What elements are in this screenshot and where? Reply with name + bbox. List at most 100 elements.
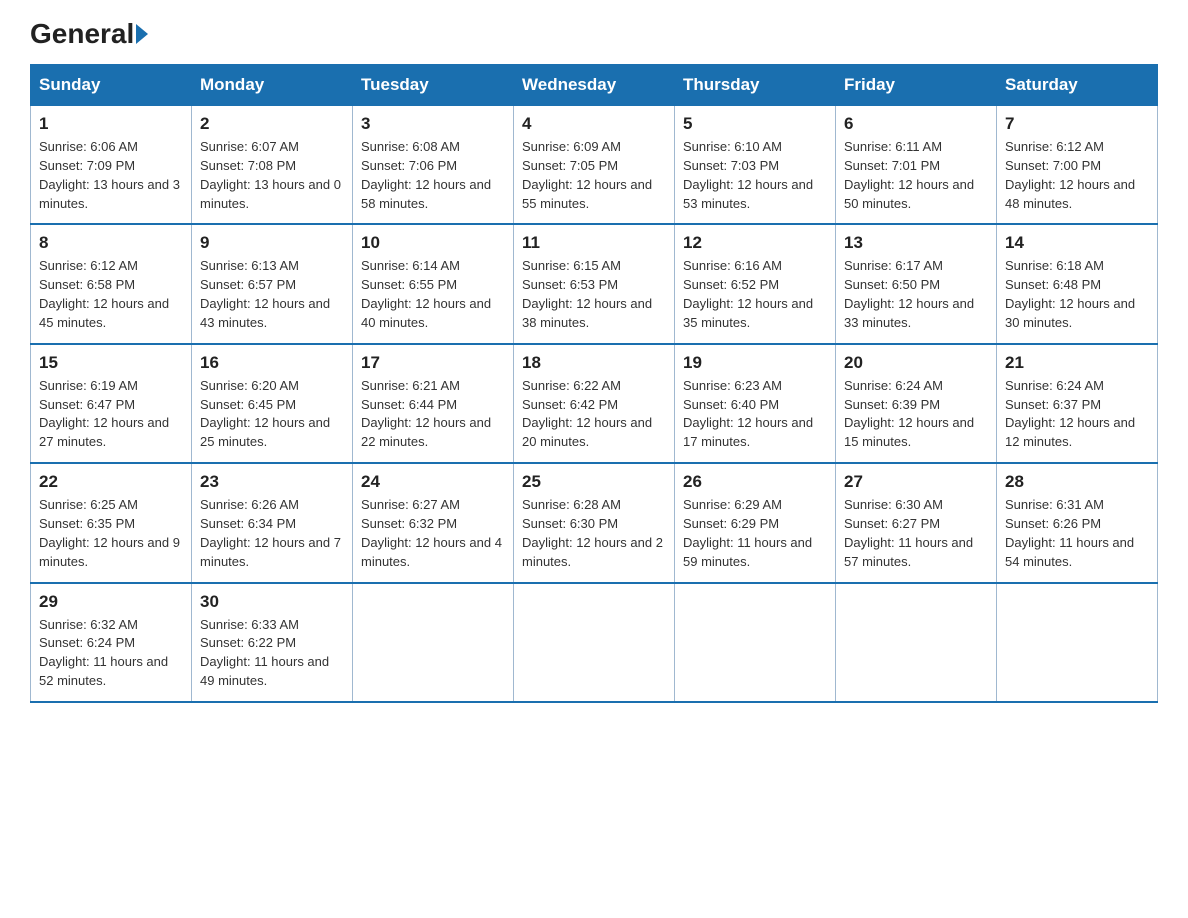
weekday-header-sunday: Sunday <box>31 65 192 106</box>
calendar-cell: 12 Sunrise: 6:16 AM Sunset: 6:52 PM Dayl… <box>675 224 836 343</box>
calendar-cell <box>514 583 675 702</box>
weekday-header-friday: Friday <box>836 65 997 106</box>
day-info: Sunrise: 6:21 AM Sunset: 6:44 PM Dayligh… <box>361 377 505 452</box>
day-info: Sunrise: 6:13 AM Sunset: 6:57 PM Dayligh… <box>200 257 344 332</box>
day-info: Sunrise: 6:12 AM Sunset: 7:00 PM Dayligh… <box>1005 138 1149 213</box>
calendar-cell: 3 Sunrise: 6:08 AM Sunset: 7:06 PM Dayli… <box>353 106 514 225</box>
calendar-cell <box>675 583 836 702</box>
weekday-header-monday: Monday <box>192 65 353 106</box>
day-number: 20 <box>844 353 988 373</box>
day-number: 30 <box>200 592 344 612</box>
weekday-header-thursday: Thursday <box>675 65 836 106</box>
calendar-cell: 26 Sunrise: 6:29 AM Sunset: 6:29 PM Dayl… <box>675 463 836 582</box>
day-number: 27 <box>844 472 988 492</box>
calendar-cell: 27 Sunrise: 6:30 AM Sunset: 6:27 PM Dayl… <box>836 463 997 582</box>
day-number: 6 <box>844 114 988 134</box>
day-number: 16 <box>200 353 344 373</box>
calendar-cell: 16 Sunrise: 6:20 AM Sunset: 6:45 PM Dayl… <box>192 344 353 463</box>
day-info: Sunrise: 6:30 AM Sunset: 6:27 PM Dayligh… <box>844 496 988 571</box>
logo: General <box>30 20 148 46</box>
day-number: 21 <box>1005 353 1149 373</box>
day-number: 4 <box>522 114 666 134</box>
day-number: 12 <box>683 233 827 253</box>
weekday-header-row: SundayMondayTuesdayWednesdayThursdayFrid… <box>31 65 1158 106</box>
logo-text: General <box>30 20 148 48</box>
calendar-cell <box>836 583 997 702</box>
day-info: Sunrise: 6:11 AM Sunset: 7:01 PM Dayligh… <box>844 138 988 213</box>
page-header: General <box>30 20 1158 46</box>
calendar-cell: 22 Sunrise: 6:25 AM Sunset: 6:35 PM Dayl… <box>31 463 192 582</box>
calendar-cell: 4 Sunrise: 6:09 AM Sunset: 7:05 PM Dayli… <box>514 106 675 225</box>
day-number: 1 <box>39 114 183 134</box>
calendar-cell: 29 Sunrise: 6:32 AM Sunset: 6:24 PM Dayl… <box>31 583 192 702</box>
day-number: 3 <box>361 114 505 134</box>
day-info: Sunrise: 6:24 AM Sunset: 6:37 PM Dayligh… <box>1005 377 1149 452</box>
day-info: Sunrise: 6:06 AM Sunset: 7:09 PM Dayligh… <box>39 138 183 213</box>
day-info: Sunrise: 6:19 AM Sunset: 6:47 PM Dayligh… <box>39 377 183 452</box>
calendar-cell: 28 Sunrise: 6:31 AM Sunset: 6:26 PM Dayl… <box>997 463 1158 582</box>
day-number: 26 <box>683 472 827 492</box>
calendar-cell: 17 Sunrise: 6:21 AM Sunset: 6:44 PM Dayl… <box>353 344 514 463</box>
day-number: 25 <box>522 472 666 492</box>
calendar-cell: 23 Sunrise: 6:26 AM Sunset: 6:34 PM Dayl… <box>192 463 353 582</box>
calendar-cell: 18 Sunrise: 6:22 AM Sunset: 6:42 PM Dayl… <box>514 344 675 463</box>
day-number: 13 <box>844 233 988 253</box>
calendar-week-1: 8 Sunrise: 6:12 AM Sunset: 6:58 PM Dayli… <box>31 224 1158 343</box>
day-number: 19 <box>683 353 827 373</box>
calendar-cell: 15 Sunrise: 6:19 AM Sunset: 6:47 PM Dayl… <box>31 344 192 463</box>
day-info: Sunrise: 6:10 AM Sunset: 7:03 PM Dayligh… <box>683 138 827 213</box>
day-info: Sunrise: 6:29 AM Sunset: 6:29 PM Dayligh… <box>683 496 827 571</box>
calendar-body: 1 Sunrise: 6:06 AM Sunset: 7:09 PM Dayli… <box>31 106 1158 702</box>
day-number: 9 <box>200 233 344 253</box>
day-number: 8 <box>39 233 183 253</box>
calendar-week-4: 29 Sunrise: 6:32 AM Sunset: 6:24 PM Dayl… <box>31 583 1158 702</box>
day-info: Sunrise: 6:32 AM Sunset: 6:24 PM Dayligh… <box>39 616 183 691</box>
calendar-cell: 10 Sunrise: 6:14 AM Sunset: 6:55 PM Dayl… <box>353 224 514 343</box>
day-number: 22 <box>39 472 183 492</box>
calendar-week-3: 22 Sunrise: 6:25 AM Sunset: 6:35 PM Dayl… <box>31 463 1158 582</box>
day-info: Sunrise: 6:25 AM Sunset: 6:35 PM Dayligh… <box>39 496 183 571</box>
day-info: Sunrise: 6:28 AM Sunset: 6:30 PM Dayligh… <box>522 496 666 571</box>
day-number: 15 <box>39 353 183 373</box>
calendar-cell: 2 Sunrise: 6:07 AM Sunset: 7:08 PM Dayli… <box>192 106 353 225</box>
day-info: Sunrise: 6:08 AM Sunset: 7:06 PM Dayligh… <box>361 138 505 213</box>
day-info: Sunrise: 6:17 AM Sunset: 6:50 PM Dayligh… <box>844 257 988 332</box>
calendar-header: SundayMondayTuesdayWednesdayThursdayFrid… <box>31 65 1158 106</box>
calendar-cell: 6 Sunrise: 6:11 AM Sunset: 7:01 PM Dayli… <box>836 106 997 225</box>
day-info: Sunrise: 6:27 AM Sunset: 6:32 PM Dayligh… <box>361 496 505 571</box>
calendar-cell: 24 Sunrise: 6:27 AM Sunset: 6:32 PM Dayl… <box>353 463 514 582</box>
day-number: 11 <box>522 233 666 253</box>
day-number: 5 <box>683 114 827 134</box>
calendar-cell: 1 Sunrise: 6:06 AM Sunset: 7:09 PM Dayli… <box>31 106 192 225</box>
day-info: Sunrise: 6:26 AM Sunset: 6:34 PM Dayligh… <box>200 496 344 571</box>
calendar-cell: 20 Sunrise: 6:24 AM Sunset: 6:39 PM Dayl… <box>836 344 997 463</box>
calendar-cell: 8 Sunrise: 6:12 AM Sunset: 6:58 PM Dayli… <box>31 224 192 343</box>
day-info: Sunrise: 6:24 AM Sunset: 6:39 PM Dayligh… <box>844 377 988 452</box>
day-info: Sunrise: 6:22 AM Sunset: 6:42 PM Dayligh… <box>522 377 666 452</box>
calendar-cell: 5 Sunrise: 6:10 AM Sunset: 7:03 PM Dayli… <box>675 106 836 225</box>
calendar-cell: 25 Sunrise: 6:28 AM Sunset: 6:30 PM Dayl… <box>514 463 675 582</box>
calendar-week-2: 15 Sunrise: 6:19 AM Sunset: 6:47 PM Dayl… <box>31 344 1158 463</box>
logo-arrow-icon <box>136 24 148 44</box>
day-number: 29 <box>39 592 183 612</box>
calendar-cell: 19 Sunrise: 6:23 AM Sunset: 6:40 PM Dayl… <box>675 344 836 463</box>
day-info: Sunrise: 6:07 AM Sunset: 7:08 PM Dayligh… <box>200 138 344 213</box>
calendar-cell: 14 Sunrise: 6:18 AM Sunset: 6:48 PM Dayl… <box>997 224 1158 343</box>
calendar-table: SundayMondayTuesdayWednesdayThursdayFrid… <box>30 64 1158 703</box>
weekday-header-saturday: Saturday <box>997 65 1158 106</box>
calendar-week-0: 1 Sunrise: 6:06 AM Sunset: 7:09 PM Dayli… <box>31 106 1158 225</box>
day-info: Sunrise: 6:33 AM Sunset: 6:22 PM Dayligh… <box>200 616 344 691</box>
day-number: 10 <box>361 233 505 253</box>
calendar-cell: 30 Sunrise: 6:33 AM Sunset: 6:22 PM Dayl… <box>192 583 353 702</box>
calendar-cell <box>997 583 1158 702</box>
logo-general: General <box>30 20 134 48</box>
day-info: Sunrise: 6:18 AM Sunset: 6:48 PM Dayligh… <box>1005 257 1149 332</box>
day-number: 23 <box>200 472 344 492</box>
calendar-cell: 13 Sunrise: 6:17 AM Sunset: 6:50 PM Dayl… <box>836 224 997 343</box>
day-info: Sunrise: 6:14 AM Sunset: 6:55 PM Dayligh… <box>361 257 505 332</box>
day-info: Sunrise: 6:23 AM Sunset: 6:40 PM Dayligh… <box>683 377 827 452</box>
day-number: 24 <box>361 472 505 492</box>
day-number: 28 <box>1005 472 1149 492</box>
weekday-header-tuesday: Tuesday <box>353 65 514 106</box>
day-info: Sunrise: 6:12 AM Sunset: 6:58 PM Dayligh… <box>39 257 183 332</box>
